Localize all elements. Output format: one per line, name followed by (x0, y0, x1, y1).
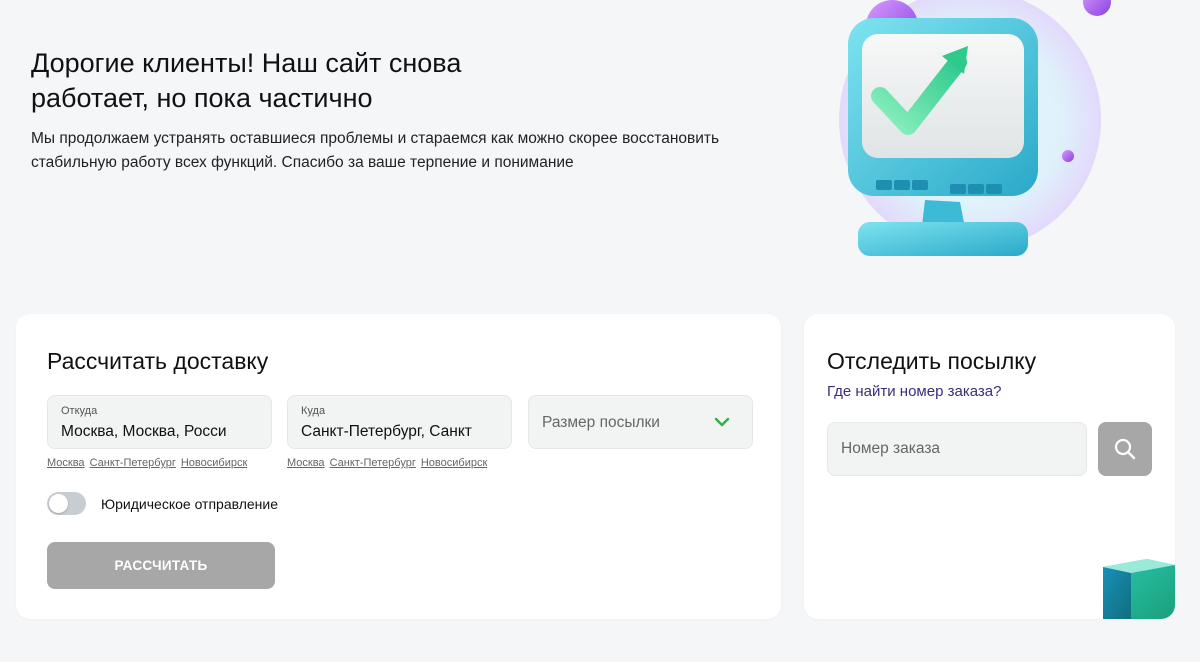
calculate-button[interactable]: РАССЧИТАТЬ (47, 542, 275, 589)
to-quick-link-spb[interactable]: Санкт-Петербург (330, 457, 416, 469)
from-input[interactable] (61, 423, 261, 441)
search-icon (1114, 438, 1136, 460)
hero-text: Мы продолжаем устранять оставшиеся пробл… (31, 130, 720, 171)
track-parcel-card: Отследить посылку Где найти номер заказа… (804, 314, 1175, 619)
to-quick-link-novosibirsk[interactable]: Новосибирск (421, 457, 487, 469)
cube-decoration (1103, 559, 1175, 619)
search-button[interactable] (1098, 422, 1152, 476)
hero-banner: Дорогие клиенты! Наш сайт снова работает… (0, 0, 1200, 300)
to-field[interactable]: Куда (287, 395, 512, 449)
parcel-size-select[interactable]: Размер посылки (528, 395, 753, 449)
from-quick-link-spb[interactable]: Санкт-Петербург (90, 457, 176, 469)
toggle-knob (49, 494, 68, 513)
from-field[interactable]: Откуда (47, 395, 272, 449)
monitor-checkmark-illustration (839, 0, 1111, 256)
legal-shipment-toggle[interactable] (47, 492, 86, 515)
from-quick-links: Москва Санкт-Петербург Новосибирск (47, 457, 252, 469)
calculate-title: Рассчитать доставку (47, 348, 269, 374)
to-input[interactable] (301, 423, 501, 441)
find-order-number-link[interactable]: Где найти номер заказа? (827, 383, 1001, 400)
from-label: Откуда (61, 405, 98, 417)
chevron-down-icon (714, 417, 730, 427)
to-label: Куда (301, 405, 326, 417)
legal-shipment-label: Юридическое отправление (101, 496, 279, 512)
parcel-size-placeholder: Размер посылки (542, 414, 660, 431)
hero-title: Дорогие клиенты! Наш сайт снова работает… (31, 48, 462, 113)
calculate-delivery-card: Рассчитать доставку Откуда Москва Санкт-П… (16, 314, 781, 619)
from-quick-link-moscow[interactable]: Москва (47, 457, 85, 469)
track-title: Отследить посылку (827, 348, 1037, 374)
order-number-input[interactable] (827, 422, 1087, 476)
to-quick-link-moscow[interactable]: Москва (287, 457, 325, 469)
to-quick-links: Москва Санкт-Петербург Новосибирск (287, 457, 492, 469)
from-quick-link-novosibirsk[interactable]: Новосибирск (181, 457, 247, 469)
